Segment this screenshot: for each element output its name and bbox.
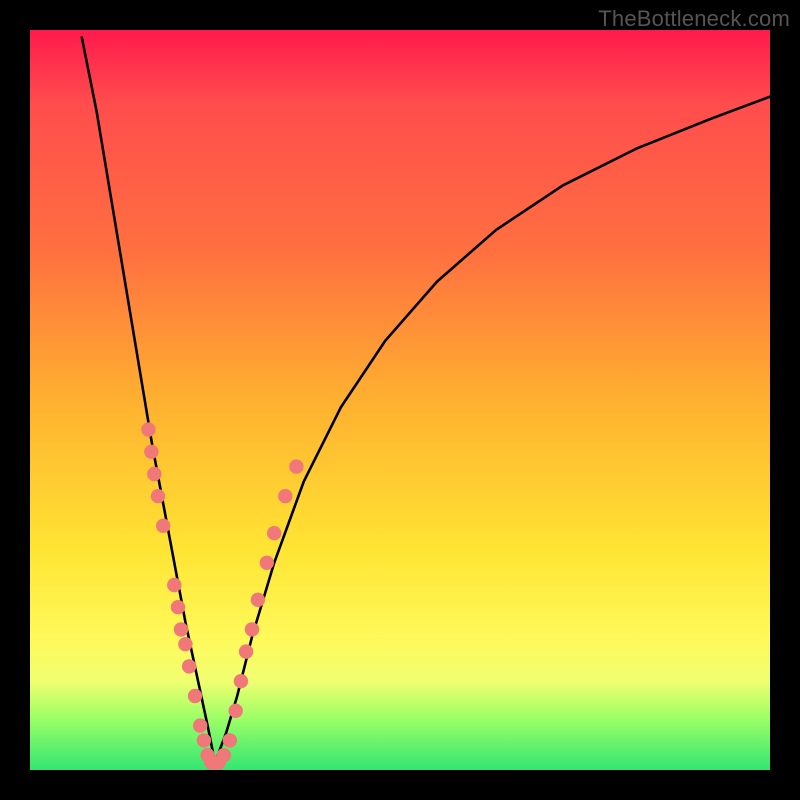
chart-svg	[30, 30, 770, 770]
scatter-dot	[267, 526, 281, 540]
watermark-text: TheBottleneck.com	[598, 6, 790, 32]
scatter-dot	[156, 519, 170, 533]
scatter-dot	[245, 622, 259, 636]
dots-layer	[141, 422, 303, 769]
scatter-dot	[141, 422, 155, 436]
curve-right-branch	[215, 97, 770, 763]
scatter-dot	[251, 593, 265, 607]
scatter-dot	[171, 600, 185, 614]
scatter-dot	[239, 644, 253, 658]
scatter-dot	[217, 748, 231, 762]
scatter-dot	[193, 718, 207, 732]
curve-layer	[82, 37, 770, 762]
scatter-dot	[167, 578, 181, 592]
scatter-dot	[147, 467, 161, 481]
scatter-dot	[229, 704, 243, 718]
scatter-dot	[197, 733, 211, 747]
plot-area	[30, 30, 770, 770]
scatter-dot	[151, 489, 165, 503]
scatter-dot	[174, 622, 188, 636]
scatter-dot	[289, 459, 303, 473]
scatter-dot	[188, 689, 202, 703]
scatter-dot	[260, 556, 274, 570]
scatter-dot	[144, 445, 158, 459]
scatter-dot	[178, 637, 192, 651]
scatter-dot	[223, 733, 237, 747]
scatter-dot	[182, 659, 196, 673]
curve-left-branch	[82, 37, 215, 762]
scatter-dot	[278, 489, 292, 503]
chart-frame: TheBottleneck.com	[0, 0, 800, 800]
scatter-dot	[234, 674, 248, 688]
